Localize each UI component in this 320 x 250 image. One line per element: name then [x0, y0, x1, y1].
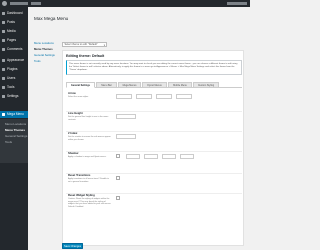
- setting-description: Apply transitions to all menu items? Dis…: [68, 178, 109, 183]
- arrow-down-select[interactable]: [136, 94, 152, 99]
- z-index-input[interactable]: [116, 134, 136, 139]
- wordpress-logo-icon[interactable]: [2, 1, 7, 6]
- sidebar-item-plugins[interactable]: Plugins: [0, 66, 28, 73]
- admin-bar: [0, 0, 250, 7]
- setting-description: Caution: Reset the styling of widgets wi…: [68, 198, 112, 208]
- setting-label: Reset Transitions: [68, 174, 91, 177]
- setting-description: Select the arrow styles.: [68, 96, 89, 98]
- setting-description: Set the z-index to ensure the sub menus …: [68, 136, 111, 141]
- setting-row-z-index: Z Index Set the z-index to ensure the su…: [66, 132, 242, 152]
- tab-general-settings[interactable]: General Settings: [66, 82, 95, 88]
- tab-mobile-menu[interactable]: Mobile Menu: [168, 82, 192, 88]
- sidebar-item-media[interactable]: Media: [0, 28, 28, 35]
- setting-label: Arrow: [68, 92, 76, 95]
- sidebar-item-users[interactable]: Users: [0, 75, 28, 82]
- setting-label: Reset Widget Styling: [68, 194, 95, 197]
- admin-sidebar: Dashboard Posts Media Pages Comments App…: [0, 7, 28, 250]
- brush-icon: [2, 59, 5, 62]
- reset-widget-styling-checkbox[interactable]: [116, 196, 120, 200]
- pin-icon: [2, 21, 5, 24]
- shadow-blur-input[interactable]: [162, 154, 176, 159]
- sidebar-item-dashboard[interactable]: Dashboard: [0, 10, 28, 17]
- setting-label: Line Height: [68, 112, 83, 115]
- sidebar-item-comments[interactable]: Comments: [0, 46, 28, 53]
- sidebar-item-tools[interactable]: Tools: [0, 84, 28, 91]
- site-name-link[interactable]: [10, 2, 28, 5]
- users-icon: [2, 77, 5, 80]
- theme-tabs: General Settings Menu Bar Mega Menus Fly…: [66, 82, 242, 88]
- tab-menu-bar[interactable]: Menu Bar: [96, 82, 117, 88]
- line-height-input[interactable]: [116, 114, 136, 119]
- comment-icon: [2, 48, 5, 51]
- info-notice: This menu theme is not currently used by…: [66, 60, 242, 75]
- sidebar-item-settings[interactable]: Settings: [0, 93, 28, 100]
- setting-description: Set the general line height to use in th…: [68, 116, 109, 121]
- shadow-vertical-input[interactable]: [144, 154, 158, 159]
- page-icon: [2, 39, 5, 42]
- setting-label: Z Index: [68, 132, 78, 135]
- setting-row-reset-widget-styling: Reset Widget Styling Caution: Reset the …: [66, 194, 242, 220]
- wrench-icon: [2, 86, 5, 89]
- setting-label: Shadow: [68, 152, 79, 155]
- arrow-right-select[interactable]: [176, 94, 192, 99]
- tab-custom-styling[interactable]: Custom Styling: [193, 82, 219, 88]
- sidebar-item-posts[interactable]: Posts: [0, 19, 28, 26]
- submenu-item-tools[interactable]: Tools: [0, 139, 28, 145]
- chevron-down-icon: ▾: [103, 43, 105, 47]
- setting-description: Apply a shadow to mega and flyout menus.: [68, 156, 107, 158]
- plugin-icon: [2, 68, 5, 71]
- settings-icon: [2, 95, 5, 98]
- page-title: Max Mega Menu: [34, 16, 69, 21]
- setting-row-shadow: Shadow Apply a shadow to mega and flyout…: [66, 152, 242, 174]
- nav-link-tools[interactable]: Tools: [34, 58, 58, 64]
- arrow-left-select[interactable]: [156, 94, 172, 99]
- arrow-up-select[interactable]: [116, 94, 132, 99]
- theme-select[interactable]: Select theme to edit: "Default" ▾: [62, 42, 107, 47]
- sidebar-item-mega-menu[interactable]: Mega Menu: [0, 111, 28, 118]
- shadow-horizontal-input[interactable]: [126, 154, 140, 159]
- panel-heading: Editing theme: Default: [66, 54, 105, 58]
- settings-nav: Menu Locations Menu Themes General Setti…: [34, 40, 58, 64]
- tab-mega-menus[interactable]: Mega Menus: [118, 82, 141, 88]
- sidebar-item-pages[interactable]: Pages: [0, 37, 28, 44]
- account-menu[interactable]: [227, 2, 247, 5]
- dashboard-icon: [2, 12, 5, 15]
- tab-flyout-menus[interactable]: Flyout Menus: [142, 82, 167, 88]
- setting-row-arrow: Arrow Select the arrow styles.: [66, 92, 242, 112]
- shadow-spread-input[interactable]: [180, 154, 194, 159]
- shadow-checkbox[interactable]: [116, 154, 120, 158]
- theme-editor-panel: Editing theme: Default This menu theme i…: [62, 50, 244, 246]
- mega-menu-submenu: Menu Locations Menu Themes General Setti…: [0, 119, 28, 163]
- media-icon: [2, 30, 5, 33]
- sidebar-item-appearance[interactable]: Appearance: [0, 57, 28, 64]
- new-content-link[interactable]: [31, 2, 41, 5]
- megamenu-icon: [2, 113, 5, 116]
- save-changes-button[interactable]: Save Changes: [62, 243, 83, 249]
- transitions-checkbox[interactable]: [116, 176, 120, 180]
- theme-select-value: Select theme to edit: "Default": [64, 43, 98, 46]
- setting-row-line-height: Line Height Set the general line height …: [66, 112, 242, 132]
- setting-row-transitions: Reset Transitions Apply transitions to a…: [66, 174, 242, 194]
